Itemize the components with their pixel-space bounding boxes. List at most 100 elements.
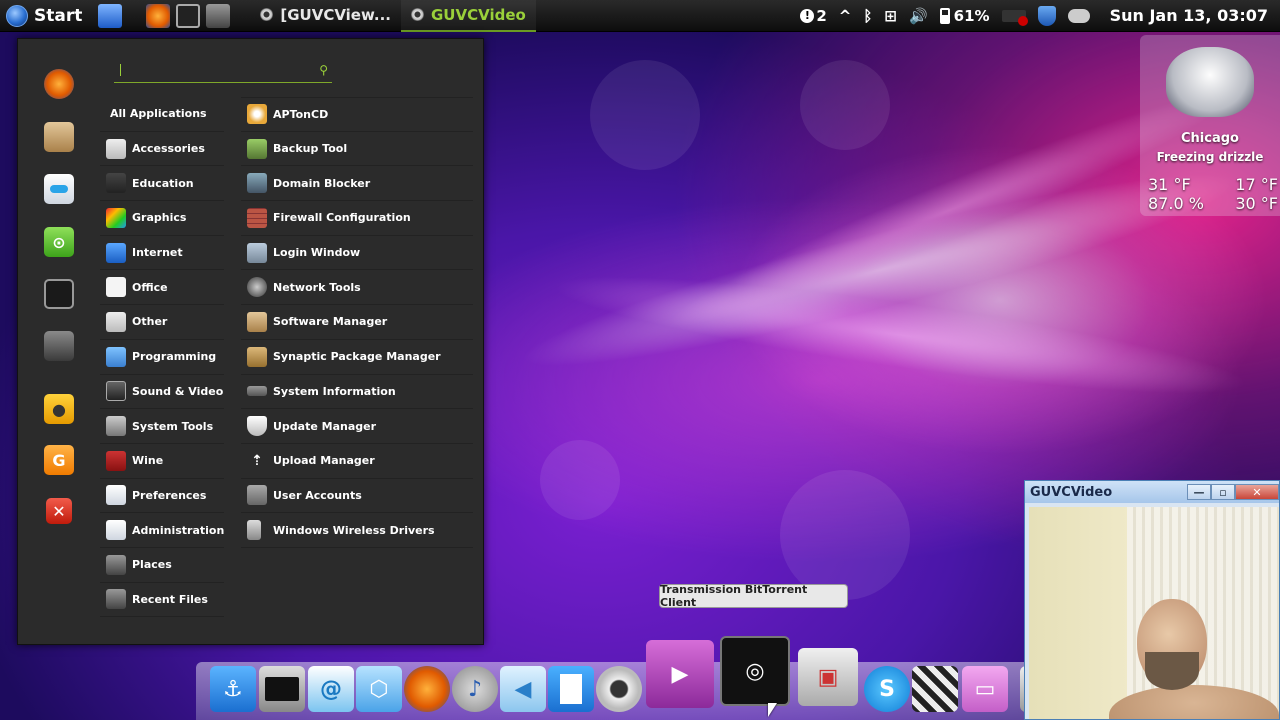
wine-icon: [106, 450, 126, 471]
shield-icon[interactable]: [1037, 5, 1056, 26]
category-accessories[interactable]: Accessories: [100, 132, 224, 167]
weather-details: 87.0 % 30 °F: [1148, 194, 1278, 213]
mouse-cursor-icon: [768, 703, 777, 717]
category-other[interactable]: Other: [100, 305, 224, 340]
search-input[interactable]: ⚲: [114, 59, 332, 83]
category-label: Graphics: [132, 211, 187, 225]
app-system-information[interactable]: System Information: [241, 375, 473, 410]
logout-icon[interactable]: G: [44, 445, 74, 475]
window-titlebar[interactable]: GUVCVideo — ▫ ✕: [1025, 481, 1279, 503]
category-label: Education: [132, 176, 194, 190]
lock-icon[interactable]: ●: [44, 394, 74, 424]
category-education[interactable]: Education: [100, 166, 224, 202]
clapper-icon[interactable]: [912, 666, 958, 712]
app-label: Login Window: [273, 246, 361, 260]
anchor-icon[interactable]: ⚓: [210, 666, 256, 712]
transmission-icon[interactable]: ◎: [720, 636, 790, 706]
window-icon[interactable]: [44, 331, 74, 361]
category-preferences[interactable]: Preferences: [100, 479, 224, 514]
firefox-icon[interactable]: [404, 666, 450, 712]
terminal-icon[interactable]: [44, 279, 74, 309]
toggle-icon[interactable]: [44, 174, 74, 204]
maximize-button[interactable]: ▫: [1211, 484, 1235, 500]
volume-icon[interactable]: 🔊: [909, 7, 928, 25]
window-launcher-icon[interactable]: [206, 3, 231, 28]
application-menu: ⊙ ● G ✕ ⚲ All Applications Accessories E…: [17, 38, 484, 645]
window-title: GUVCVideo: [1030, 484, 1113, 500]
category-system-tools[interactable]: System Tools: [100, 409, 224, 444]
feels-like: 30 °F: [1235, 194, 1278, 213]
category-recent-files[interactable]: Recent Files: [100, 583, 224, 618]
app-domain-blocker[interactable]: Domain Blocker: [241, 166, 473, 202]
app-synaptic[interactable]: Synaptic Package Manager: [241, 340, 473, 375]
minimize-button[interactable]: —: [1187, 484, 1211, 500]
terminal-icon[interactable]: [259, 666, 305, 712]
quit-icon[interactable]: ✕: [46, 498, 72, 524]
domain-blocker-icon: [247, 173, 267, 194]
app-login-window[interactable]: Login Window: [241, 236, 473, 271]
firewall-icon: [247, 207, 267, 228]
category-administration[interactable]: Administration: [100, 513, 224, 548]
firefox-launcher-icon[interactable]: [146, 3, 171, 28]
bluetooth-icon[interactable]: ᛒ: [863, 7, 872, 25]
weather-condition: Freezing drizzle: [1156, 150, 1264, 164]
sound-video-icon: [106, 381, 126, 402]
app-windows-wireless-drivers[interactable]: Windows Wireless Drivers: [241, 513, 473, 548]
document-icon[interactable]: [548, 666, 594, 712]
category-label: Recent Files: [132, 592, 208, 606]
start-button[interactable]: Start: [0, 0, 88, 32]
music-icon[interactable]: ♪: [452, 666, 498, 712]
notifications-indicator[interactable]: ! 2: [800, 7, 827, 25]
app-upload-manager[interactable]: ⇡ Upload Manager: [241, 444, 473, 479]
category-places[interactable]: Places: [100, 548, 224, 583]
webcam-icon[interactable]: [596, 666, 642, 712]
app-network-tools[interactable]: Network Tools: [241, 270, 473, 306]
search-icon: ⚲: [319, 63, 328, 77]
box-icon[interactable]: ⬡: [356, 666, 402, 712]
category-wine[interactable]: Wine: [100, 444, 224, 479]
recent-files-icon: [106, 589, 126, 610]
category-all-applications[interactable]: All Applications: [100, 97, 224, 132]
wallpaper-bokeh: [590, 60, 700, 170]
network-icon[interactable]: ⊞: [884, 7, 897, 25]
wallpaper-bokeh: [780, 470, 910, 600]
app-user-accounts[interactable]: User Accounts: [241, 479, 473, 514]
freezing-drizzle-icon: [1166, 47, 1254, 117]
graphics-icon: [106, 207, 126, 228]
close-button[interactable]: ✕: [1235, 484, 1279, 500]
skype-icon[interactable]: S: [864, 666, 910, 712]
chevron-up-icon[interactable]: ^: [839, 7, 852, 25]
show-desktop-icon[interactable]: [98, 3, 123, 28]
terminal-launcher-icon[interactable]: [176, 3, 201, 28]
chat-icon[interactable]: ▭: [962, 666, 1008, 712]
firefox-icon[interactable]: [44, 69, 74, 99]
category-sound-video[interactable]: Sound & Video: [100, 375, 224, 410]
task-guvcview[interactable]: [GUVCView...: [250, 0, 401, 32]
media-player-icon[interactable]: ▶: [646, 640, 714, 708]
start-label: Start: [34, 5, 83, 26]
app-backup-tool[interactable]: Backup Tool: [241, 132, 473, 167]
category-internet[interactable]: Internet: [100, 236, 224, 271]
app-label: Domain Blocker: [273, 176, 371, 190]
video-call-icon[interactable]: ◀: [500, 666, 546, 712]
settings-icon[interactable]: ▣: [798, 648, 858, 706]
category-graphics[interactable]: Graphics: [100, 201, 224, 236]
weather-tray-icon[interactable]: [1067, 8, 1090, 23]
category-programming[interactable]: Programming: [100, 340, 224, 375]
task-guvcvideo[interactable]: GUVCVideo: [400, 0, 536, 32]
video-subject: [1145, 652, 1199, 690]
wallpaper-streak: [518, 247, 1280, 423]
package-icon[interactable]: [44, 122, 74, 152]
weather-widget[interactable]: Chicago Freezing drizzle 31 °F 17 °F 87.…: [1140, 35, 1280, 216]
app-aptoncd[interactable]: APTonCD: [241, 97, 473, 132]
app-update-manager[interactable]: Update Manager: [241, 409, 473, 444]
category-office[interactable]: Office: [100, 270, 224, 306]
clock[interactable]: Sun Jan 13, 03:07: [1110, 6, 1268, 25]
recorder-icon[interactable]: [1001, 9, 1028, 26]
app-firewall-configuration[interactable]: Firewall Configuration: [241, 201, 473, 236]
mail-icon[interactable]: @: [308, 666, 354, 712]
app-label: User Accounts: [273, 488, 362, 502]
battery-indicator[interactable]: 61%: [939, 7, 990, 25]
chat-icon[interactable]: ⊙: [44, 227, 74, 257]
app-software-manager[interactable]: Software Manager: [241, 305, 473, 340]
